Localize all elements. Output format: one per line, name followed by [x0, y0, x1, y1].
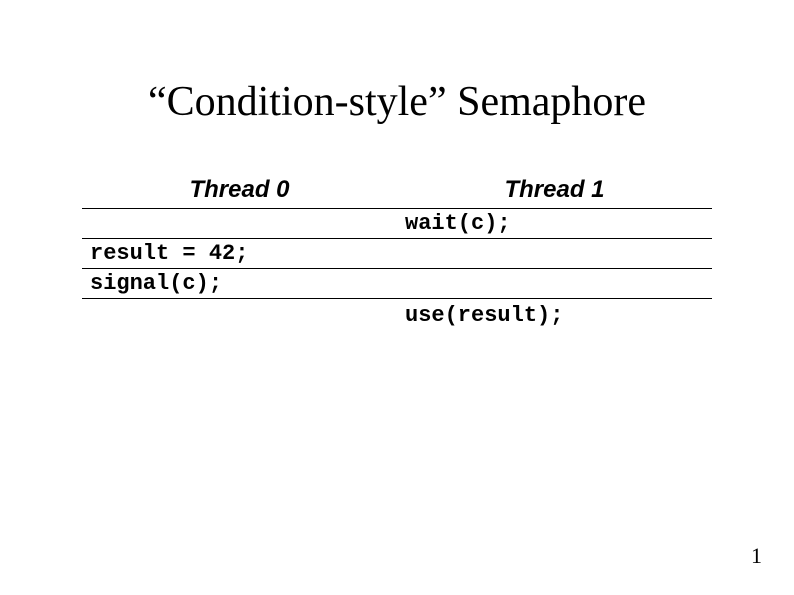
cell: use(result);: [397, 299, 712, 331]
cell: [82, 299, 397, 331]
cell: [397, 239, 712, 269]
table-header-row: Thread 0 Thread 1: [82, 170, 712, 209]
table-row: signal(c);: [82, 269, 712, 299]
table-row: wait(c);: [82, 209, 712, 239]
slide-title: “Condition-style” Semaphore: [0, 78, 794, 126]
cell: [397, 269, 712, 299]
table-row: result = 42;: [82, 239, 712, 269]
col-thread-0: Thread 0: [82, 170, 397, 209]
cell: result = 42;: [82, 239, 397, 269]
page-number: 1: [751, 543, 762, 569]
cell: [82, 209, 397, 239]
col-thread-1: Thread 1: [397, 170, 712, 209]
thread-table: Thread 0 Thread 1 wait(c); result = 42; …: [82, 170, 712, 330]
cell: wait(c);: [397, 209, 712, 239]
cell: signal(c);: [82, 269, 397, 299]
table-row: use(result);: [82, 299, 712, 331]
